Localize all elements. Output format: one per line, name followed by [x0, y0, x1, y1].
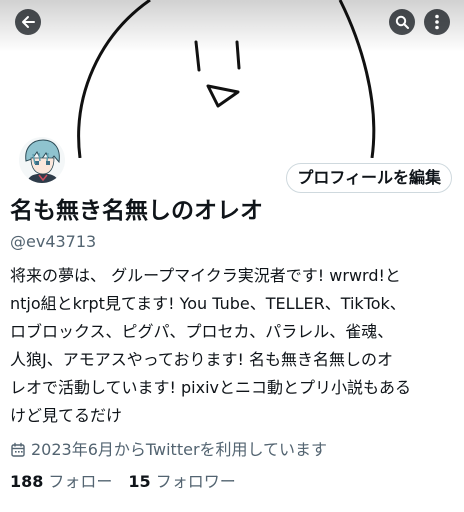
profile-page: プロフィールを編集 名も無き名無しのオレオ @ev43713 将来の夢は、 グル… [0, 0, 464, 512]
follow-stats: 188 フォロー 15 フォロワー [10, 471, 252, 493]
more-vertical-icon [435, 14, 439, 30]
bio-line: けど見てるだけ [10, 406, 123, 425]
bio-line: 将来の夢は、 グループマイクラ実況者です! wrwrd!と [10, 266, 401, 285]
joined-date: 2023年6月からTwitterを利用しています [10, 439, 327, 461]
following-link[interactable]: 188 フォロー [10, 471, 112, 493]
search-icon [395, 15, 409, 29]
more-options-button[interactable] [424, 9, 450, 35]
bio-line: レオで活動しています! pixivとニコ動とプリ小説もある [10, 378, 412, 397]
user-handle: @ev43713 [10, 232, 97, 251]
back-button[interactable] [15, 9, 41, 35]
avatar-image [19, 137, 65, 183]
following-count: 188 [10, 472, 44, 491]
edit-profile-button[interactable]: プロフィールを編集 [286, 163, 452, 193]
search-button[interactable] [389, 9, 415, 35]
display-name: 名も無き名無しのオレオ [10, 198, 263, 224]
bio-line: 人狼J、アモアスやっております! 名も無き名無しのオ [10, 350, 393, 369]
joined-text: 2023年6月からTwitterを利用しています [31, 440, 328, 459]
calendar-icon [11, 442, 25, 457]
arrow-left-icon [22, 16, 35, 28]
followers-link[interactable]: 15 フォロワー [128, 471, 235, 493]
followers-label: フォロワー [155, 472, 236, 491]
bio-line: ロブロックス、ピグパ、プロセカ、パラレル、雀魂、 [10, 322, 394, 341]
followers-count: 15 [128, 472, 151, 491]
avatar[interactable] [16, 134, 68, 186]
bio-line: ntjo組とkrpt見てます! You Tube、TELLER、TikTok、 [10, 294, 406, 313]
following-label: フォロー [48, 472, 113, 491]
bio: 将来の夢は、 グループマイクラ実況者です! wrwrd!と ntjo組とkrpt… [10, 262, 454, 430]
